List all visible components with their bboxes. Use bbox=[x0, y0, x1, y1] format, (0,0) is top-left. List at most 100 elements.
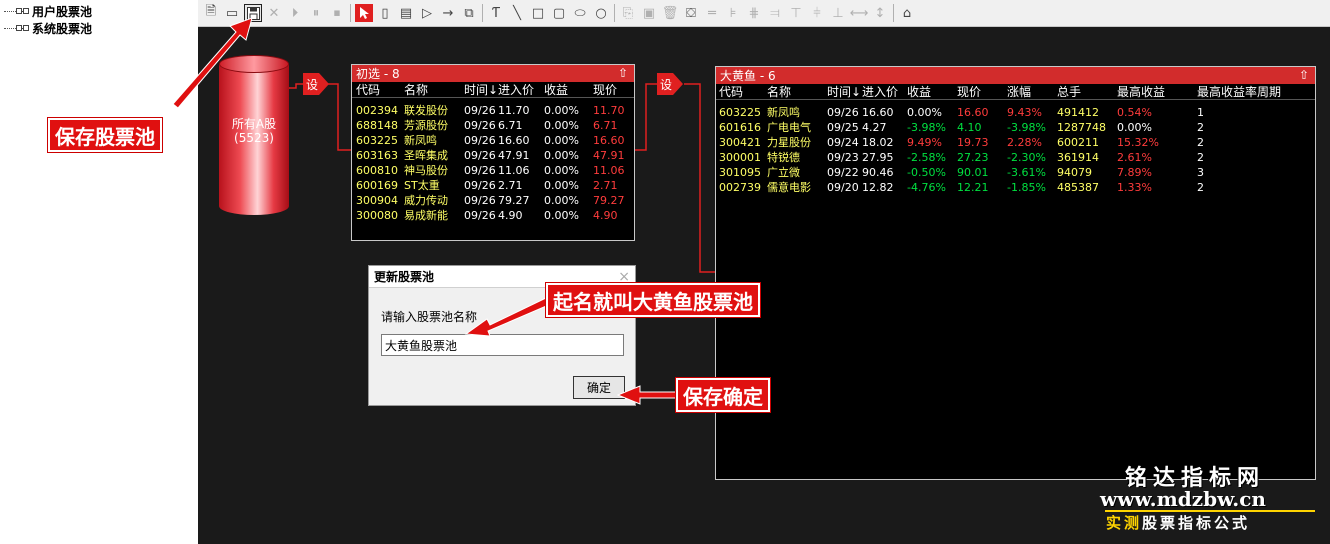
filter-node-label: 设 bbox=[306, 78, 319, 92]
filter-node-1[interactable]: 设 bbox=[303, 73, 329, 95]
table-cell: 0.00% bbox=[544, 149, 579, 162]
save-icon[interactable] bbox=[244, 4, 262, 22]
column-header[interactable]: 时间↓ bbox=[827, 85, 861, 100]
table-cell: 2 bbox=[1197, 136, 1204, 149]
column-header[interactable]: 总手 bbox=[1057, 85, 1081, 100]
column-header[interactable]: 涨幅 bbox=[1007, 85, 1031, 100]
table-cell: 2.61% bbox=[1117, 151, 1152, 164]
circle-icon[interactable]: ○ bbox=[592, 4, 610, 22]
note-icon[interactable]: ▤ bbox=[397, 4, 415, 22]
column-header[interactable]: 代码 bbox=[719, 85, 743, 100]
column-header[interactable]: 时间↓ bbox=[464, 83, 498, 98]
initial-selection-panel[interactable]: 初选 - 8 ⇧ 代码 名称 时间↓ 进入价 收益 现价 002394 联发股份 0… bbox=[351, 64, 635, 241]
rounded-rect-icon[interactable]: ▢ bbox=[550, 4, 568, 22]
same-width-icon[interactable]: ⟷ bbox=[850, 4, 869, 22]
align-bottom-icon[interactable]: ⊥ bbox=[829, 4, 847, 22]
line-icon[interactable]: ╲ bbox=[508, 4, 526, 22]
stop-icon[interactable]: ⏹ bbox=[328, 4, 346, 22]
table-row[interactable]: 300080 易成新能 09/26 4.90 0.00% 4.90 bbox=[352, 208, 634, 223]
home-icon[interactable]: ⌂ bbox=[898, 4, 916, 22]
arrow-icon[interactable]: → bbox=[439, 4, 457, 22]
new-icon[interactable]: 🗎 bbox=[202, 4, 220, 22]
fill-icon[interactable]: ⛋ bbox=[682, 4, 700, 22]
pool-name-input[interactable] bbox=[381, 334, 624, 356]
align-middle-icon[interactable]: ⫩ bbox=[808, 4, 826, 22]
table-cell: 09/26 bbox=[464, 194, 496, 207]
line-style-icon[interactable]: ═ bbox=[703, 4, 721, 22]
collapse-up-icon[interactable]: ⇧ bbox=[616, 66, 630, 80]
trash-icon[interactable]: 🗑 bbox=[661, 4, 679, 22]
all-stocks-pool-cylinder[interactable]: 所有A股 (5523) bbox=[219, 55, 289, 215]
table-cell: 3 bbox=[1197, 166, 1204, 179]
tree-item-system-pools[interactable]: 系统股票池 bbox=[4, 20, 92, 36]
table-row[interactable]: 300421 力星股份 09/24 18.02 9.49% 19.73 2.28% 60021… bbox=[716, 135, 1315, 150]
table-cell: 6.71 bbox=[498, 119, 523, 132]
table-cell: 688148 bbox=[356, 119, 398, 132]
table-row[interactable]: 301095 广立微 09/22 90.46 -0.50% 90.01 -3.61% 9407… bbox=[716, 165, 1315, 180]
table-cell: 603225 bbox=[356, 134, 398, 147]
table-cell: 09/26 bbox=[464, 209, 496, 222]
ellipse-icon[interactable]: ⬭ bbox=[571, 4, 589, 22]
play-icon[interactable]: ⏵ bbox=[286, 4, 304, 22]
align-left-icon[interactable]: ⊧ bbox=[724, 4, 742, 22]
pause-icon[interactable]: ⏸ bbox=[307, 4, 325, 22]
table-cell: 威力传动 bbox=[404, 194, 448, 207]
text-icon[interactable]: Ƭ bbox=[487, 4, 505, 22]
table-cell: 4.10 bbox=[957, 121, 982, 134]
column-header[interactable]: 进入价 bbox=[862, 85, 898, 100]
column-header[interactable]: 名称 bbox=[767, 85, 791, 100]
rect-icon[interactable]: □ bbox=[529, 4, 547, 22]
filter-node-2[interactable]: 设 bbox=[657, 73, 683, 95]
same-height-icon[interactable]: ↕ bbox=[871, 4, 889, 22]
table-cell: 新凤鸣 bbox=[767, 106, 800, 119]
table-row[interactable]: 002394 联发股份 09/26 11.70 0.00% 11.70 bbox=[352, 103, 634, 118]
align-right-icon[interactable]: ⫤ bbox=[766, 4, 784, 22]
column-header[interactable]: 最高收益 bbox=[1117, 85, 1165, 100]
tree-connector-icon bbox=[4, 24, 30, 33]
align-top-icon[interactable]: ⊤ bbox=[787, 4, 805, 22]
open-icon[interactable]: ▭ bbox=[223, 4, 241, 22]
table-row[interactable]: 300001 特锐德 09/23 27.95 -2.58% 27.23 -2.30% 3619… bbox=[716, 150, 1315, 165]
table-cell: 09/20 bbox=[827, 181, 859, 194]
triangle-icon[interactable]: ▷ bbox=[418, 4, 436, 22]
table-cell: 603163 bbox=[356, 149, 398, 162]
table-row[interactable]: 603225 新凤鸣 09/26 16.60 0.00% 16.60 9.43% 491412… bbox=[716, 105, 1315, 120]
panel-title: 初选 - 8 bbox=[356, 67, 400, 81]
table-cell: -1.85% bbox=[1007, 181, 1046, 194]
table-cell: 09/23 bbox=[827, 151, 859, 164]
copy-node-icon[interactable]: ⧉ bbox=[460, 4, 478, 22]
copy-icon[interactable]: ⎘ bbox=[619, 4, 637, 22]
column-header[interactable]: 现价 bbox=[957, 85, 981, 100]
table-row[interactable]: 600810 神马股份 09/26 11.06 0.00% 11.06 bbox=[352, 163, 634, 178]
align-center-icon[interactable]: ⋕ bbox=[745, 4, 763, 22]
column-header[interactable]: 名称 bbox=[404, 83, 428, 98]
column-header[interactable]: 代码 bbox=[356, 83, 380, 98]
table-row[interactable]: 601616 广电电气 09/25 4.27 -3.98% 4.10 -3.98% 12877… bbox=[716, 120, 1315, 135]
paste-icon[interactable]: ▣ bbox=[640, 4, 658, 22]
table-row[interactable]: 600169 ST太重 09/26 2.71 0.00% 2.71 bbox=[352, 178, 634, 193]
column-header[interactable]: 进入价 bbox=[498, 83, 534, 98]
tree-item-user-pools[interactable]: 用户股票池 bbox=[4, 3, 92, 19]
table-cell: 12.82 bbox=[862, 181, 894, 194]
table-row[interactable]: 300904 威力传动 09/26 79.27 0.00% 79.27 bbox=[352, 193, 634, 208]
table-cell: 4.90 bbox=[498, 209, 523, 222]
table-row[interactable]: 603225 新凤鸣 09/26 16.60 0.00% 16.60 bbox=[352, 133, 634, 148]
pointer-icon[interactable] bbox=[355, 4, 373, 22]
table-row[interactable]: 603163 圣晖集成 09/26 47.91 0.00% 47.91 bbox=[352, 148, 634, 163]
table-row[interactable]: 688148 芳源股份 09/26 6.71 0.00% 6.71 bbox=[352, 118, 634, 133]
collapse-up-icon[interactable]: ⇧ bbox=[1297, 68, 1311, 82]
column-header[interactable]: 现价 bbox=[593, 83, 617, 98]
table-cell: 6.71 bbox=[593, 119, 618, 132]
pool-result-panel[interactable]: 大黄鱼 - 6 ⇧ 代码 名称 时间↓ 进入价 收益 现价 涨幅 总手 最高收益… bbox=[715, 66, 1316, 480]
table-cell: 301095 bbox=[719, 166, 761, 179]
column-header[interactable]: 收益 bbox=[544, 83, 568, 98]
table-row[interactable]: 002739 儒意电影 09/20 12.82 -4.76% 12.21 -1.85% 485… bbox=[716, 180, 1315, 195]
table-cell: 11.06 bbox=[593, 164, 625, 177]
cylinder-icon[interactable]: ▯ bbox=[376, 4, 394, 22]
delete-icon[interactable]: ✕ bbox=[265, 4, 283, 22]
column-header[interactable]: 收益 bbox=[907, 85, 931, 100]
table-cell: 300080 bbox=[356, 209, 398, 222]
table-cell: 16.60 bbox=[498, 134, 530, 147]
column-header[interactable]: 最高收益率周期 bbox=[1197, 85, 1281, 100]
ok-button[interactable]: 确定 bbox=[573, 376, 625, 399]
